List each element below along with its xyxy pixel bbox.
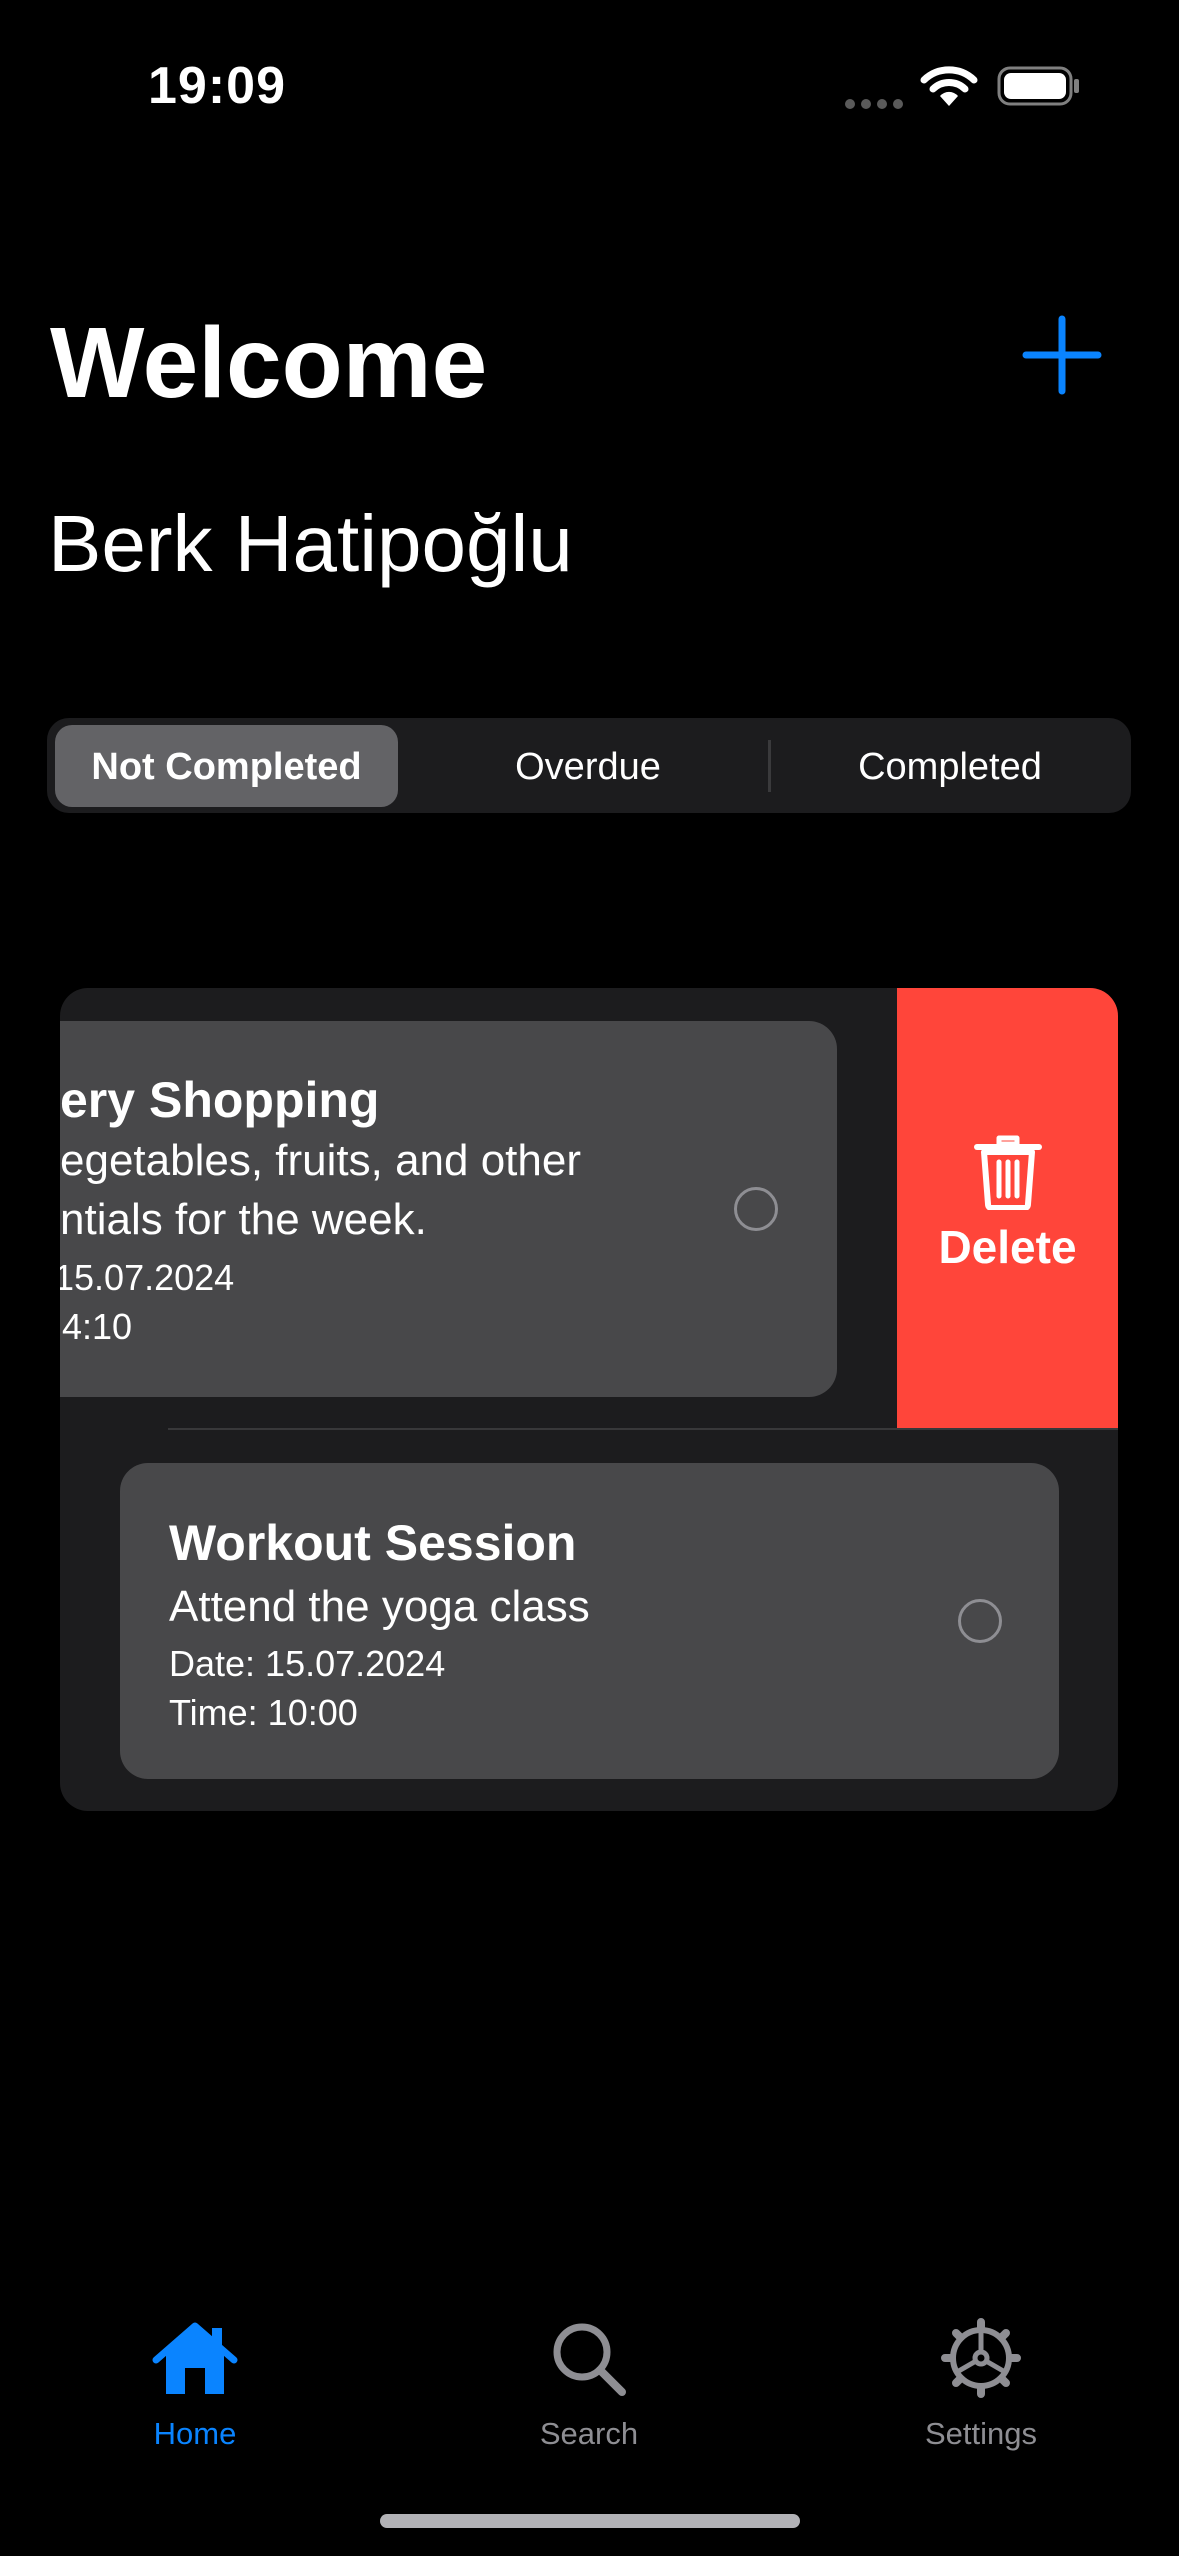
page-title: Welcome	[50, 307, 488, 419]
trash-icon	[974, 1135, 1042, 1210]
task-time: l4:10	[60, 1306, 133, 1347]
tab-home-label: Home	[153, 2416, 237, 2451]
tab-search-label: Search	[539, 2416, 639, 2451]
task-time: Time: 10:00	[169, 1692, 358, 1733]
task-card-swiped[interactable]: ery Shopping egetables, fruits, and othe…	[60, 1021, 837, 1397]
segment-overdue[interactable]: Overdue	[418, 744, 758, 790]
battery-icon	[997, 66, 1079, 106]
tab-settings-label: Settings	[924, 2416, 1037, 2451]
task-title: Workout Session	[169, 1515, 577, 1571]
task-date: Date: 15.07.2024	[169, 1643, 446, 1684]
user-name: Berk Hatipoğlu	[48, 499, 573, 588]
cellular-signal-icon	[845, 96, 909, 114]
tab-search[interactable]: Search	[489, 2318, 689, 2458]
task-description-line2: ntials for the week.	[60, 1195, 427, 1244]
tab-settings[interactable]: Settings	[881, 2318, 1081, 2458]
row-separator	[168, 1428, 1118, 1430]
task-description: Attend the yoga class	[169, 1582, 590, 1631]
tab-home[interactable]: Home	[95, 2318, 295, 2458]
magnifying-glass-icon	[553, 2323, 626, 2396]
task-title: ery Shopping	[60, 1072, 380, 1128]
gear-icon	[941, 2318, 1021, 2398]
task-date: 15.07.2024	[60, 1257, 235, 1298]
segment-not-completed[interactable]: Not Completed	[55, 744, 398, 790]
task-complete-toggle[interactable]	[958, 1599, 1002, 1643]
plus-icon	[1022, 315, 1102, 395]
house-icon	[152, 2322, 238, 2394]
segment-divider	[768, 740, 771, 792]
status-time: 19:09	[148, 57, 286, 115]
task-complete-toggle[interactable]	[734, 1187, 778, 1231]
segment-completed[interactable]: Completed	[780, 744, 1120, 790]
delete-label: Delete	[938, 1221, 1077, 1273]
wifi-icon	[920, 66, 978, 106]
task-description-line1: egetables, fruits, and other	[60, 1136, 581, 1185]
add-task-button[interactable]	[1022, 315, 1102, 395]
home-indicator	[380, 2514, 800, 2528]
